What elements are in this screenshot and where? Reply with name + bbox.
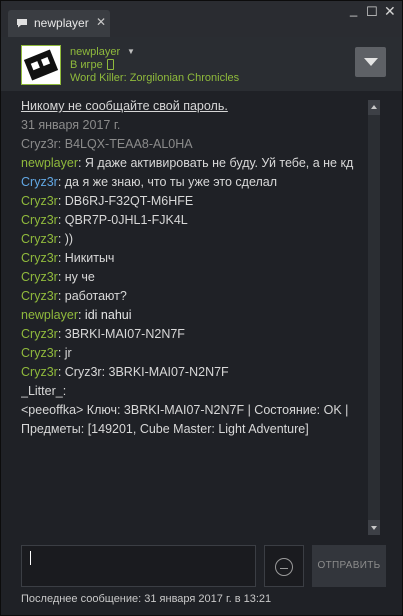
- message-sender[interactable]: newplayer: [21, 156, 78, 170]
- message-text: : QBR7P-0JHL1-FJK4L: [57, 213, 188, 227]
- chat-message: Cryz3r: jr: [21, 344, 366, 363]
- chat-message: Cryz3r: ну че: [21, 268, 366, 287]
- friend-name[interactable]: newplayer: [70, 46, 120, 58]
- friend-game[interactable]: Word Killer: Zorgilonian Chronicles: [70, 72, 239, 84]
- chat-message: Cryz3r: QBR7P-0JHL1-FJK4L: [21, 211, 366, 230]
- avatar-image-icon: [22, 46, 60, 84]
- chat-message: Cryz3r: Cryz3r: 3BRKI-MAI07-N2N7F: [21, 363, 366, 382]
- chat-message: Cryz3r: да я же знаю, что ты уже это сде…: [21, 173, 366, 192]
- message-text: : ну че: [57, 270, 95, 284]
- last-message-timestamp: Последнее сообщение: 31 января 2017 г. в…: [21, 593, 272, 605]
- smiley-icon: [275, 558, 293, 576]
- chevron-down-icon[interactable]: ▼: [127, 47, 135, 56]
- chat-bubble-icon: [17, 19, 27, 28]
- message-text: : 3BRKI-MAI07-N2N7F: [57, 327, 185, 341]
- scroll-down-icon[interactable]: [368, 520, 380, 535]
- scroll-thumb[interactable]: [369, 117, 379, 517]
- message-text: : да я же знаю, что ты уже это сделал: [57, 175, 278, 189]
- maximize-icon[interactable]: ☐: [366, 5, 378, 19]
- message-text: : idi nahui: [77, 308, 132, 322]
- title-bar: newplayer ✕ _ ☐ ✕: [1, 1, 402, 37]
- options-dropdown-button[interactable]: [355, 47, 386, 77]
- chat-message: Cryz3r: работают?: [21, 287, 366, 306]
- send-button[interactable]: ОТПРАВИТЬ: [312, 545, 386, 587]
- message-text: : работают?: [57, 289, 127, 303]
- close-icon[interactable]: ✕: [384, 4, 396, 18]
- chat-message: Cryz3r: B4LQX-TEAA8-AL0HA: [21, 137, 193, 151]
- chat-message: newplayer: Я даже активировать не буду. …: [21, 154, 366, 173]
- message-sender[interactable]: Cryz3r: [21, 232, 58, 246]
- message-input[interactable]: [21, 545, 256, 587]
- message-text: : jr: [57, 346, 72, 360]
- message-sender[interactable]: Cryz3r: [21, 327, 58, 341]
- message-sender[interactable]: Cryz3r: [21, 270, 58, 284]
- message-sender[interactable]: Cryz3r: [21, 194, 58, 208]
- date-divider: 31 января 2017 г.: [21, 118, 121, 132]
- chat-message: _Litter_:: [21, 384, 67, 398]
- text-caret: [30, 551, 31, 565]
- message-sender[interactable]: Cryz3r: [21, 346, 58, 360]
- chat-message: Cryz3r: Никитыч: [21, 249, 366, 268]
- message-text: : Никитыч: [57, 251, 115, 265]
- dropdown-arrow-icon: [364, 58, 378, 66]
- chat-message: Cryz3r: 3BRKI-MAI07-N2N7F: [21, 325, 366, 344]
- tab-newplayer[interactable]: newplayer ✕: [8, 10, 110, 37]
- chat-message: Cryz3r: DB6RJ-F32QT-M6HFE: [21, 192, 366, 211]
- emoticon-button[interactable]: [264, 545, 304, 587]
- message-sender[interactable]: Cryz3r: [21, 251, 58, 265]
- friend-status: В игре: [70, 59, 103, 71]
- minimize-icon[interactable]: _: [350, 3, 357, 17]
- avatar[interactable]: [21, 45, 61, 85]
- message-sender[interactable]: Cryz3r: [21, 175, 58, 189]
- message-sender[interactable]: Cryz3r: [21, 365, 58, 379]
- chat-message: Cryz3r: )): [21, 230, 366, 249]
- message-sender[interactable]: newplayer: [21, 308, 78, 322]
- message-text: : Cryz3r: 3BRKI-MAI07-N2N7F: [57, 365, 229, 379]
- tab-close-icon[interactable]: ✕: [96, 15, 106, 29]
- message-sender[interactable]: Cryz3r: [21, 213, 58, 227]
- chat-log: Никому не сообщайте свой пароль. 31 янва…: [21, 97, 366, 533]
- mobile-phone-icon: [107, 59, 114, 70]
- message-text: : DB6RJ-F32QT-M6HFE: [57, 194, 194, 208]
- tab-label: newplayer: [34, 16, 89, 30]
- chat-window: newplayer ✕ _ ☐ ✕ newplayer ▼ В игре Wor…: [0, 0, 403, 616]
- message-sender[interactable]: Cryz3r: [21, 289, 58, 303]
- message-text: : )): [57, 232, 74, 246]
- chat-message: newplayer: idi nahui: [21, 306, 366, 325]
- scroll-up-icon[interactable]: [368, 100, 380, 115]
- message-text: : Я даже активировать не буду. Уй тебе, …: [77, 156, 354, 170]
- chat-scrollbar[interactable]: [368, 100, 380, 535]
- chat-message: <peeoffka> Ключ: 3BRKI-MAI07-N2N7F | Сос…: [21, 403, 349, 436]
- security-notice[interactable]: Никому не сообщайте свой пароль.: [21, 97, 366, 116]
